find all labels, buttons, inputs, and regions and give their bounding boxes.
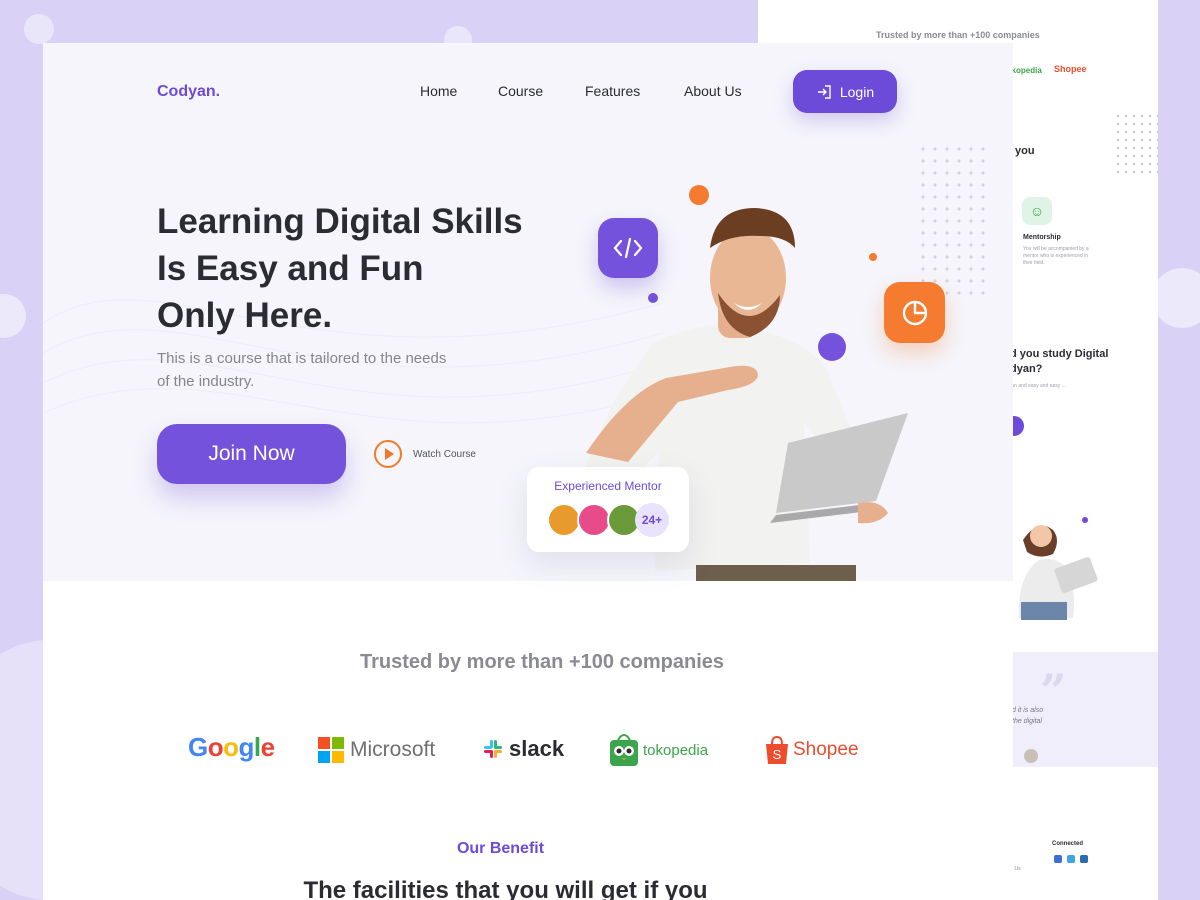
dots-pattern xyxy=(917,143,987,303)
linkedin-icon[interactable] xyxy=(1080,855,1088,863)
experienced-mentor-card: Experienced Mentor 24+ xyxy=(527,467,689,552)
shopee-icon: S xyxy=(766,735,788,764)
avatar xyxy=(577,503,611,537)
hero-subtitle-line2: of the industry. xyxy=(157,373,255,390)
tokopedia-icon xyxy=(610,734,638,766)
brand-logo[interactable]: Codyan. xyxy=(157,83,220,101)
back-shopee-logo: Shopee xyxy=(1054,64,1087,74)
back-quote-line1: d it is also xyxy=(1012,707,1044,714)
hero-subtitle-line1: This is a course that is tailored to the… xyxy=(157,350,447,367)
tokopedia-logo: tokopedia xyxy=(609,733,708,767)
watch-course-label: Watch Course xyxy=(413,448,476,460)
back-mentorship-desc: You will be accompanied by a mentor who … xyxy=(1023,246,1089,266)
back-study-line1: d you study Digital xyxy=(1010,348,1109,360)
hero-subtitle: This is a course that is tailored to the… xyxy=(157,347,497,393)
background-blob xyxy=(1152,268,1200,328)
play-icon[interactable] xyxy=(374,440,402,468)
back-quote-line2: the digital xyxy=(1012,718,1042,725)
background-blob xyxy=(24,14,54,44)
back-quote-text: d it is also the digital xyxy=(1012,705,1043,727)
hero-title: Learning Digital Skills Is Easy and Fun … xyxy=(157,198,577,339)
microsoft-wordmark: Microsoft xyxy=(350,738,436,761)
mentor-card-label: Experienced Mentor xyxy=(554,479,662,493)
back-connected-label: Connected xyxy=(1052,841,1084,847)
slack-logo: slack xyxy=(482,736,564,762)
nav-features[interactable]: Features xyxy=(585,83,640,99)
back-study-heading: d you study Digital dyan? xyxy=(1010,347,1108,377)
microsoft-logo: Microsoft xyxy=(318,737,435,763)
pie-chart-icon-glyph xyxy=(902,300,927,325)
facebook-icon[interactable] xyxy=(1054,855,1062,863)
background-blob xyxy=(0,294,26,338)
back-trusted-text: Trusted by more than +100 companies xyxy=(876,30,1040,40)
slack-wordmark: slack xyxy=(509,736,565,761)
pie-chart-icon xyxy=(884,282,945,343)
shopee-wordmark: Shopee xyxy=(793,739,859,760)
microsoft-icon xyxy=(318,737,344,763)
code-icon-glyph xyxy=(613,237,643,259)
login-icon xyxy=(817,84,831,99)
nav-home[interactable]: Home xyxy=(420,83,457,99)
user-icon: ☺ xyxy=(1022,197,1052,225)
benefit-label: Our Benefit xyxy=(456,840,545,857)
slack-icon xyxy=(484,740,502,758)
mentor-count-badge: 24+ xyxy=(635,503,669,537)
nav-about-us[interactable]: About Us xyxy=(684,83,742,99)
back-study-desc: fun and easy and easy ... xyxy=(1010,383,1066,389)
google-logo: Google xyxy=(188,732,275,762)
woman-with-laptop-image xyxy=(1018,517,1098,620)
back-heading-fragment: you xyxy=(1015,145,1035,157)
nav-course[interactable]: Course xyxy=(498,83,543,99)
watch-course-link[interactable]: Watch Course xyxy=(374,440,476,468)
trusted-heading-text: Trusted by more than +100 companies xyxy=(359,651,724,673)
quote-icon: ” xyxy=(1040,664,1067,718)
code-icon xyxy=(598,218,658,278)
back-mentorship-title: Mentorship xyxy=(1023,234,1061,241)
avatar xyxy=(547,503,581,537)
landing-page: Codyan. Home Course Features About Us Lo… xyxy=(43,43,1013,900)
tokopedia-wordmark: tokopedia xyxy=(643,741,709,759)
twitter-icon[interactable] xyxy=(1067,855,1075,863)
hero-title-line1: Learning Digital Skills xyxy=(157,202,523,241)
avatar xyxy=(1024,749,1038,763)
svg-text:S: S xyxy=(773,747,782,762)
orange-dot xyxy=(689,185,709,205)
trusted-heading: Trusted by more than +100 companies xyxy=(43,651,1013,674)
hero-title-line2: Is Easy and Fun xyxy=(157,249,424,288)
hero-title-line3: Only Here. xyxy=(157,296,333,335)
dots-pattern xyxy=(1114,112,1158,176)
shopee-logo: S Shopee xyxy=(764,735,859,765)
benefit-title: The facilities that you will get if you xyxy=(303,877,708,900)
join-now-button[interactable]: Join Now xyxy=(157,424,346,484)
login-button[interactable]: Login xyxy=(793,70,897,113)
login-label: Login xyxy=(839,83,875,100)
back-study-line2: dyan? xyxy=(1010,363,1043,375)
